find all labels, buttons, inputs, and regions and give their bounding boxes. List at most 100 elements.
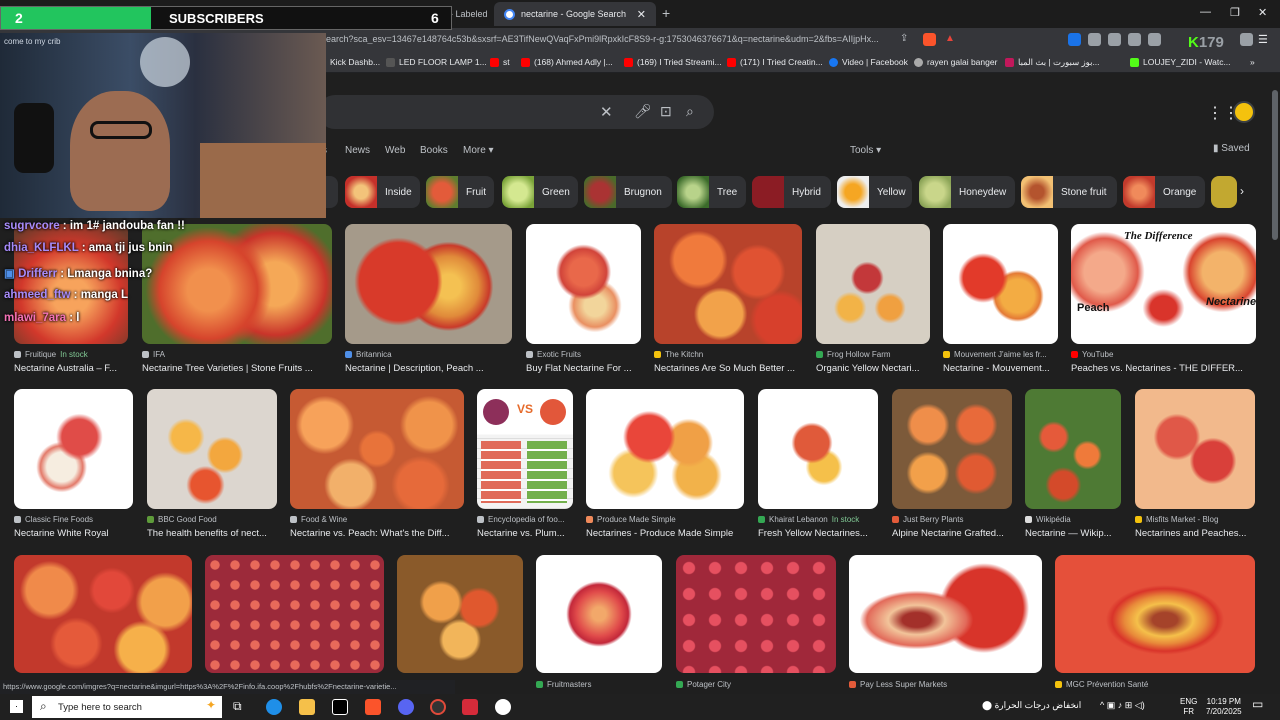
wallet-icon[interactable] xyxy=(1240,33,1253,46)
bookmark-favicon-icon xyxy=(914,57,923,67)
result-thumbnail[interactable] xyxy=(676,555,836,673)
filter-chip[interactable]: Honeydew xyxy=(919,176,1015,208)
brave-rewards-icon[interactable]: ▲ xyxy=(945,33,958,46)
close-window-icon[interactable]: ✕ xyxy=(1258,6,1267,19)
brave-icon[interactable] xyxy=(365,699,381,715)
app-icon[interactable] xyxy=(462,699,478,715)
taskbar-search[interactable]: ⌕ Type here to search ✦ xyxy=(32,696,222,718)
bookmark-item[interactable]: بوز سبورت | بث المبا... xyxy=(1005,57,1100,68)
clock[interactable]: 10:19 PM 7/20/2025 xyxy=(1206,697,1242,717)
youtube-icon xyxy=(521,57,530,67)
result-thumbnail[interactable] xyxy=(758,389,878,509)
result-thumbnail[interactable] xyxy=(345,224,512,344)
notification-icon[interactable]: ▭ xyxy=(1252,698,1263,710)
url-field[interactable]: earch?sca_esv=13467e148764c53b&sxsrf=AE3… xyxy=(326,34,896,44)
result-thumbnail[interactable] xyxy=(14,555,192,673)
result-thumbnail[interactable] xyxy=(397,555,523,673)
bookmark-item[interactable]: Kick Dashb... xyxy=(330,57,380,67)
result-thumbnail[interactable] xyxy=(1025,389,1121,509)
file-explorer-icon[interactable] xyxy=(299,699,315,715)
chevron-right-icon[interactable]: › xyxy=(1240,184,1244,198)
bookmark-item[interactable]: (169) I Tried Streami... xyxy=(624,57,722,67)
weather-widget[interactable]: ⬤ انخفاض درجات الحرارة xyxy=(982,700,1081,710)
saved-button[interactable]: ▮ Saved xyxy=(1213,143,1250,154)
menu-icon[interactable]: ☰ xyxy=(1258,33,1271,46)
bookmark-item[interactable]: st xyxy=(490,57,510,67)
result-thumbnail[interactable] xyxy=(654,224,802,344)
filter-chip[interactable]: Orange xyxy=(1123,176,1205,208)
filter-chip[interactable]: Inside xyxy=(345,176,420,208)
tiktok-icon[interactable] xyxy=(332,699,348,715)
filter-chip[interactable]: Hybrid xyxy=(752,176,831,208)
system-tray-icons[interactable]: ^ ▣ ♪ ⊞ ◁) xyxy=(1100,700,1145,710)
table-column-icon xyxy=(527,441,567,503)
search-box[interactable]: ✕ 🎤︎ ⊡ ⌕ xyxy=(318,95,714,129)
result-thumbnail[interactable]: VS xyxy=(477,389,573,509)
clear-icon[interactable]: ✕ xyxy=(600,103,613,121)
subscriber-goal: 6 xyxy=(431,10,439,26)
brave-shield-icon[interactable] xyxy=(923,33,936,46)
avatar[interactable] xyxy=(1233,101,1255,123)
bookmark-item[interactable]: LOUJEY_ZIDI - Watc... xyxy=(1130,57,1231,67)
search-highlight-icon: ✦ xyxy=(205,698,216,712)
result-thumbnail[interactable] xyxy=(892,389,1012,509)
result-thumbnail[interactable] xyxy=(290,389,464,509)
filter-chip[interactable]: Green xyxy=(502,176,578,208)
restore-icon[interactable]: ❐ xyxy=(1230,6,1240,19)
scrollbar[interactable] xyxy=(1272,90,1278,240)
close-tab-icon[interactable]: ✕ xyxy=(629,8,646,21)
tab-title: nectarine - Google Search xyxy=(521,9,627,19)
tools-button[interactable]: Tools ▾ xyxy=(850,145,881,156)
result-thumbnail[interactable]: The Difference Peach Nectarine xyxy=(1071,224,1256,344)
webcam-overlay: come to my crib xyxy=(0,33,326,218)
edge-icon[interactable] xyxy=(266,699,282,715)
headset-icon xyxy=(14,103,54,173)
bookmark-item[interactable]: Video | Facebook xyxy=(829,57,908,67)
bookmark-item[interactable]: LED FLOOR LAMP 1... xyxy=(386,57,487,67)
result-thumbnail[interactable] xyxy=(586,389,744,509)
chat-message: ▣ Drifferr : Lmanga bnina? xyxy=(4,268,153,280)
result-thumbnail[interactable] xyxy=(536,555,662,673)
language-indicator[interactable]: ENG FR xyxy=(1180,697,1197,717)
tab-news[interactable]: News xyxy=(345,145,370,156)
minimize-icon[interactable]: — xyxy=(1200,6,1211,18)
result-thumbnail[interactable] xyxy=(205,555,384,673)
tab-google-search[interactable]: nectarine - Google Search ✕ xyxy=(494,2,656,26)
filter-chip[interactable]: Stone fruit xyxy=(1021,176,1117,208)
sidebar-icon[interactable] xyxy=(1148,33,1161,46)
new-tab-icon[interactable]: + xyxy=(662,5,670,21)
task-view-icon[interactable]: ⧉ xyxy=(233,699,249,715)
result-thumbnail[interactable] xyxy=(849,555,1042,673)
result-thumbnail[interactable] xyxy=(943,224,1058,344)
result-thumbnail[interactable] xyxy=(816,224,930,344)
shield-icon[interactable] xyxy=(1108,33,1121,46)
filter-chip[interactable]: Yellow xyxy=(837,176,912,208)
filter-chip[interactable]: Fruit xyxy=(426,176,494,208)
bookmark-item[interactable]: rayen galai banger xyxy=(914,57,997,67)
extension-icon[interactable] xyxy=(1068,33,1081,46)
filter-chip[interactable]: Tree xyxy=(677,176,746,208)
puzzle-icon[interactable] xyxy=(1128,33,1141,46)
discord-icon[interactable] xyxy=(398,699,414,715)
media-player-icon[interactable] xyxy=(495,699,511,715)
tab-books[interactable]: Books xyxy=(420,145,448,156)
result-thumbnail[interactable] xyxy=(1135,389,1255,509)
result-thumbnail[interactable] xyxy=(147,389,277,509)
bookmark-item[interactable]: (171) I Tried Creatin... xyxy=(727,57,823,67)
result-thumbnail[interactable] xyxy=(14,389,133,509)
lens-icon[interactable]: ⊡ xyxy=(660,103,672,120)
more-bookmarks-icon[interactable]: » xyxy=(1250,57,1255,67)
microphone-icon[interactable]: 🎤︎ xyxy=(634,103,652,120)
obs-icon[interactable] xyxy=(430,699,446,715)
bookmark-item[interactable]: (168) Ahmed Adly |... xyxy=(521,57,613,67)
extension-icon[interactable] xyxy=(1088,33,1101,46)
result-thumbnail[interactable] xyxy=(1055,555,1255,673)
search-icon[interactable]: ⌕ xyxy=(686,103,694,120)
filter-chip[interactable]: Brugnon xyxy=(584,176,672,208)
tab-more[interactable]: More ▾ xyxy=(463,145,494,156)
windows-start-icon[interactable] xyxy=(10,700,23,713)
share-icon[interactable]: ⇪ xyxy=(900,33,913,46)
result-thumbnail[interactable] xyxy=(526,224,641,344)
filter-chip[interactable] xyxy=(1211,176,1237,208)
tab-web[interactable]: Web xyxy=(385,145,405,156)
